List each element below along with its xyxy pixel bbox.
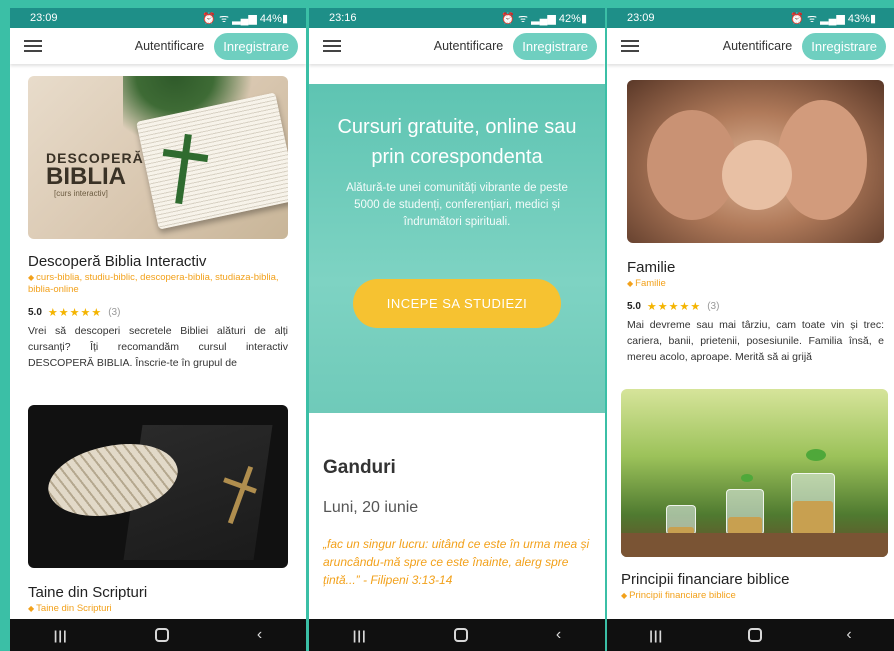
status-icons: ⏰ ᯤ ▂▄▆ 43%▮	[790, 12, 876, 25]
tag-list[interactable]: Principii financiare biblice	[629, 590, 736, 601]
tag-list[interactable]: curs-biblia, studiu-biblic, descopera-bi…	[28, 272, 279, 295]
status-bar: 23:09 ⏰ ᯤ ▂▄▆ 43%▮	[607, 8, 894, 28]
phone-screen-home: 23:16 ⏰ ᯤ ▂▄▆ 42%▮ Autentificare Inregis…	[309, 8, 605, 651]
sprout-icon	[806, 449, 826, 461]
hamburger-menu-icon[interactable]	[621, 40, 639, 52]
course-card[interactable]: DESCOPERĂ BIBLIA [curs interactiv] Desco…	[10, 64, 306, 371]
course-card[interactable]: Principii financiare biblice ◆ Principii …	[607, 365, 894, 602]
status-time: 23:16	[329, 12, 357, 24]
tag-icon: ◆	[621, 591, 628, 600]
hand-shape	[777, 100, 867, 220]
back-icon[interactable]: ‹	[846, 626, 851, 644]
tag-list[interactable]: Taine din Scripturi	[36, 603, 112, 614]
back-icon[interactable]: ‹	[556, 626, 561, 644]
image-text-line2: BIBLIA	[46, 163, 126, 190]
course-list: DESCOPERĂ BIBLIA [curs interactiv] Desco…	[10, 64, 306, 619]
phone-screen-courses: 23:09 ⏰ ᯤ ▂▄▆ 44%▮ Autentificare Inregis…	[10, 8, 306, 651]
battery-level: 43%	[847, 12, 870, 25]
recents-icon[interactable]: |||	[353, 628, 367, 643]
course-description: Vrei să descoperi secretele Bibliei alăt…	[28, 325, 288, 369]
sprout-icon	[741, 474, 753, 482]
hamburger-menu-icon[interactable]	[323, 40, 341, 52]
course-tags: ◆ Principii financiare biblice	[621, 590, 888, 602]
course-list: Familie ◆ Familie 5.0 ★★★★★ (3) Mai devre…	[607, 64, 894, 619]
rating-count: (3)	[707, 301, 720, 312]
course-card[interactable]: Taine din Scripturi ◆ Taine din Scripturi	[10, 371, 306, 615]
course-image-familie[interactable]	[627, 80, 884, 243]
battery-level: 42%	[558, 12, 581, 25]
tag-icon: ◆	[28, 273, 35, 282]
baby-feet	[722, 140, 792, 210]
home-icon[interactable]	[155, 628, 170, 642]
hero-subtitle: Alătură-te unei comunități vibrante de p…	[346, 182, 568, 228]
system-nav-bar: ||| ‹	[10, 619, 306, 651]
login-link[interactable]: Autentificare	[135, 39, 204, 53]
rating-count: (3)	[108, 307, 121, 318]
course-description: Mai devreme sau mai târziu, cam toate vi…	[627, 319, 884, 363]
thought-quote[interactable]: „fac un singur lucru: uitând ce este în …	[323, 535, 591, 589]
course-rating: 5.0 ★★★★★ (3)	[627, 300, 884, 313]
login-link[interactable]: Autentificare	[434, 39, 503, 53]
course-tags: ◆ Taine din Scripturi	[28, 603, 288, 615]
register-button[interactable]: Inregistrare	[214, 32, 298, 60]
app-bar: Autentificare Inregistrare	[607, 28, 894, 64]
register-button[interactable]: Inregistrare	[513, 32, 597, 60]
hero-title: Cursuri gratuite, online sau prin coresp…	[337, 116, 577, 168]
star-icons: ★★★★★	[47, 307, 103, 319]
status-bar: 23:09 ⏰ ᯤ ▂▄▆ 44%▮	[10, 8, 306, 28]
course-image-finance[interactable]	[621, 389, 888, 557]
tag-icon: ◆	[627, 279, 634, 288]
course-card[interactable]: Familie ◆ Familie 5.0 ★★★★★ (3) Mai devre…	[607, 64, 894, 365]
status-icons: ⏰ ᯤ ▂▄▆ 42%▮	[501, 12, 587, 25]
thoughts-section: Ganduri Luni, 20 iunie „fac un singur lu…	[309, 413, 605, 589]
back-icon[interactable]: ‹	[257, 626, 262, 644]
phone-screen-topics: 23:09 ⏰ ᯤ ▂▄▆ 43%▮ Autentificare Inregis…	[607, 8, 894, 651]
app-bar: Autentificare Inregistrare	[10, 28, 306, 64]
course-title[interactable]: Descoperă Biblia Interactiv	[28, 253, 288, 270]
hero-banner: Cursuri gratuite, online sau prin coresp…	[309, 84, 605, 413]
star-icons: ★★★★★	[646, 301, 702, 313]
recents-icon[interactable]: |||	[54, 628, 68, 643]
course-image-biblia[interactable]: DESCOPERĂ BIBLIA [curs interactiv]	[28, 76, 288, 239]
image-text-line3: [curs interactiv]	[54, 189, 108, 198]
course-rating: 5.0 ★★★★★ (3)	[28, 306, 288, 319]
battery-level: 44%	[259, 12, 282, 25]
hamburger-menu-icon[interactable]	[24, 40, 42, 52]
rating-score: 5.0	[28, 307, 42, 318]
course-image-taine[interactable]	[28, 405, 288, 568]
course-title[interactable]: Familie	[627, 259, 884, 276]
register-button[interactable]: Inregistrare	[802, 32, 886, 60]
thought-date: Luni, 20 iunie	[323, 499, 419, 516]
status-bar: 23:16 ⏰ ᯤ ▂▄▆ 42%▮	[309, 8, 605, 28]
status-time: 23:09	[627, 12, 655, 24]
recents-icon[interactable]: |||	[649, 628, 663, 643]
course-tags: ◆ curs-biblia, studiu-biblic, descopera-b…	[28, 272, 288, 296]
start-studying-button[interactable]: INCEPE SA STUDIEZI	[352, 279, 562, 328]
status-icons: ⏰ ᯤ ▂▄▆ 44%▮	[202, 12, 288, 25]
wooden-table	[621, 533, 888, 557]
home-icon[interactable]	[454, 628, 469, 642]
course-title[interactable]: Principii financiare biblice	[621, 571, 888, 588]
tag-icon: ◆	[28, 604, 35, 613]
tag-list[interactable]: Familie	[635, 278, 666, 289]
app-bar: Autentificare Inregistrare	[309, 28, 605, 64]
login-link[interactable]: Autentificare	[723, 39, 792, 53]
section-title: Ganduri	[323, 457, 396, 478]
home-content: Cursuri gratuite, online sau prin coresp…	[309, 64, 605, 619]
home-icon[interactable]	[747, 628, 762, 642]
system-nav-bar: ||| ‹	[309, 619, 605, 651]
course-title[interactable]: Taine din Scripturi	[28, 584, 288, 601]
system-nav-bar: ||| ‹	[607, 619, 894, 651]
rating-score: 5.0	[627, 301, 641, 312]
status-time: 23:09	[30, 12, 58, 24]
course-tags: ◆ Familie	[627, 278, 884, 290]
